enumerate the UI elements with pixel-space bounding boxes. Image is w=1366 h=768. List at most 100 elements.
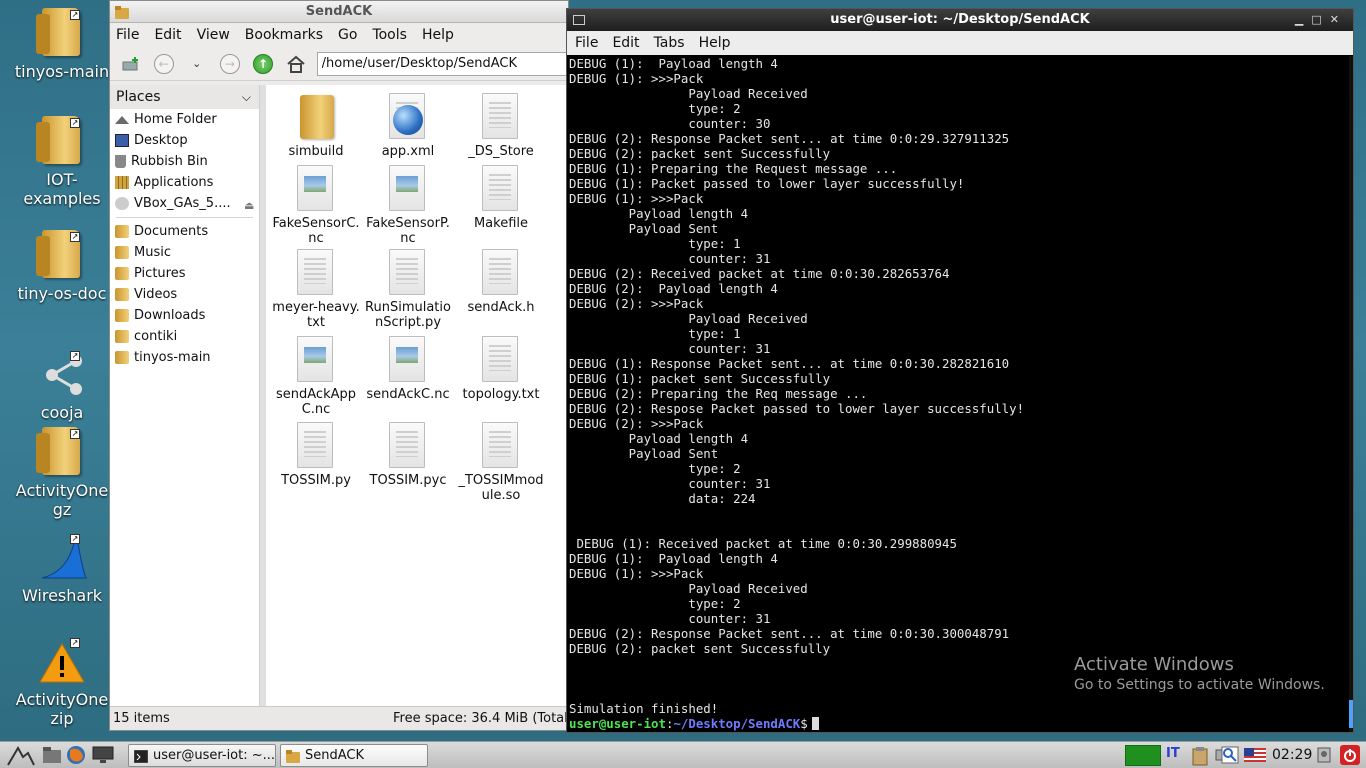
file-manager-titlebar[interactable]: SendACK (110, 1, 568, 23)
eject-icon[interactable]: ⏏ (244, 199, 254, 212)
back-button[interactable]: ← (151, 51, 176, 77)
shortcut-arrow-icon: ↗ (70, 351, 80, 361)
file-item[interactable]: app.xml (362, 89, 454, 159)
file-item[interactable]: Makefile (455, 161, 547, 231)
terminal-line: DEBUG (1): Response Packet sent... at ti… (569, 356, 1010, 371)
file-item[interactable]: FakeSensorP.nc (362, 161, 454, 246)
file-item[interactable]: sendAck.h (455, 245, 547, 315)
sidebar-item-desktop[interactable]: Desktop (110, 130, 259, 151)
home-button[interactable] (284, 51, 309, 77)
file-item[interactable]: _TOSSIMmodule.so (455, 418, 547, 503)
file-manager-window: SendACK File Edit View Bookmarks Go Tools Help… (109, 0, 569, 731)
terminal-menu-help[interactable]: Help (699, 35, 731, 51)
menu-item-bookmarks[interactable]: Bookmarks (245, 27, 323, 43)
terminal-line: DEBUG (2): Respose Packet passed to lowe… (569, 401, 1025, 416)
sidebar-bookmark-tinyos-main[interactable]: tinyos-main (110, 347, 259, 368)
terminal-line: DEBUG (2): Response Packet sent... at ti… (569, 626, 1010, 641)
desktop-icon-5[interactable]: ↗ ActivityOne gz (8, 423, 116, 519)
parent-folder-button[interactable]: ↑ (250, 51, 275, 77)
keyboard-layout-indicator[interactable]: IT (1166, 746, 1180, 761)
file-item[interactable]: sendAckAppC.nc (270, 332, 362, 417)
close-icon[interactable]: ✕ (1330, 13, 1347, 26)
desktop-icon-label: ActivityOne gz (15, 481, 109, 519)
minimize-icon[interactable]: ▁ (1295, 13, 1311, 26)
sidebar-item-rubbish-bin[interactable]: Rubbish Bin (110, 151, 259, 172)
file-item[interactable]: FakeSensorC.nc (270, 161, 362, 246)
user-switch-icon[interactable] (1316, 746, 1332, 768)
terminal-line: type: 2 (569, 596, 741, 611)
menu-item-view[interactable]: View (197, 27, 230, 43)
terminal-window: user@user-iot: ~/Desktop/SendACK ▁□✕ Fil… (566, 8, 1354, 733)
sidebar-bookmark-music[interactable]: Music (110, 242, 259, 263)
folder-icon: ↗ (32, 423, 92, 479)
file-manager-menubar: File Edit View Bookmarks Go Tools Help (110, 23, 568, 47)
desktop-icon-label: IOT-examples (23, 170, 101, 208)
desktop-icon-6[interactable]: ↗ Wireshark (8, 528, 116, 605)
start-menu-icon[interactable] (6, 745, 36, 768)
sidebar-bookmark-downloads[interactable]: Downloads (110, 305, 259, 326)
history-dropdown-button[interactable]: ⌄ (184, 51, 209, 77)
forward-button[interactable]: → (217, 51, 242, 77)
power-icon[interactable] (1340, 745, 1360, 768)
clock[interactable]: 02:29 (1272, 742, 1312, 768)
desktop-icon-label: cooja (40, 403, 84, 422)
file-item[interactable]: topology.txt (455, 332, 547, 402)
terminal-prompt[interactable]: user@user-iot:~/Desktop/SendACK$ (569, 716, 1353, 731)
menu-item-tools[interactable]: Tools (372, 27, 407, 43)
sidebar-bookmark-documents[interactable]: Documents (110, 221, 259, 242)
clipboard-icon[interactable] (1192, 746, 1208, 768)
search-icon[interactable] (1221, 746, 1239, 768)
watermark-title: Activate Windows (1074, 654, 1234, 675)
menu-item-edit[interactable]: Edit (154, 27, 181, 43)
firefox-icon[interactable] (66, 745, 86, 768)
monitor-icon[interactable] (92, 746, 114, 768)
file-item[interactable]: meyer-heavy.txt (270, 245, 362, 330)
file-item[interactable]: RunSimulationScript.py (362, 245, 454, 330)
terminal-line: DEBUG (1): >>>Pack (569, 71, 704, 86)
places-header[interactable]: Places ⌵ (110, 85, 259, 109)
folder-icon: ↗ (32, 226, 92, 282)
file-manager-launcher-icon[interactable] (42, 746, 62, 768)
file-item[interactable]: _DS_Store (455, 89, 547, 159)
sidebar-item-applications[interactable]: Applications (110, 172, 259, 193)
sidebar-bookmark-videos[interactable]: Videos (110, 284, 259, 305)
maximize-icon[interactable]: □ (1311, 13, 1329, 26)
taskbar-task-1[interactable]: user@user-iot: ~... (128, 744, 276, 767)
folder-icon (270, 89, 362, 141)
desktop-icon-4[interactable]: ↗ cooja (8, 345, 116, 422)
terminal-line: DEBUG (2): >>>Pack (569, 416, 704, 431)
terminal-menu-tabs[interactable]: Tabs (654, 35, 685, 51)
source-file-icon (270, 161, 362, 213)
terminal-output[interactable]: DEBUG (1): Payload length 4 DEBUG (1): >>… (569, 56, 1353, 732)
file-item[interactable]: sendAckC.nc (362, 332, 454, 402)
file-item[interactable]: TOSSIM.pyc (362, 418, 454, 488)
terminal-titlebar[interactable]: user@user-iot: ~/Desktop/SendACK ▁□✕ (567, 9, 1353, 31)
shortcut-arrow-icon: ↗ (70, 429, 80, 439)
us-flag-icon[interactable] (1244, 748, 1266, 766)
desktop-icon-3[interactable]: ↗ tiny-os-doc (8, 226, 116, 303)
sidebar-bookmark-contiki[interactable]: contiki (110, 326, 259, 347)
desktop-icon-label: tiny-os-doc (17, 284, 107, 303)
text-file-icon (455, 245, 547, 297)
sidebar-item-label: VBox_GAs_5.... (134, 196, 231, 211)
taskbar-task-2[interactable]: SendACK (280, 744, 428, 767)
sidebar-item-home-folder[interactable]: Home Folder (110, 109, 259, 130)
new-tab-button[interactable] (118, 51, 143, 77)
desktop-icon-1[interactable]: ↗ tinyos-main (8, 4, 116, 81)
terminal-scrollbar[interactable] (1349, 56, 1353, 732)
sidebar-item-vbox-gas[interactable]: VBox_GAs_5.... (110, 193, 259, 214)
menu-item-file[interactable]: File (116, 27, 139, 43)
terminal-menu-edit[interactable]: Edit (612, 35, 639, 51)
terminal-menu-file[interactable]: File (575, 35, 598, 51)
sidebar-bookmark-pictures[interactable]: Pictures (110, 263, 259, 284)
file-item[interactable]: simbuild (270, 89, 362, 159)
file-item[interactable]: TOSSIM.py (270, 418, 362, 488)
desktop-icon-7[interactable]: ↗ ActivityOne zip (8, 632, 116, 728)
menu-item-go[interactable]: Go (338, 27, 357, 43)
menu-item-help[interactable]: Help (422, 27, 454, 43)
desktop-icon-2[interactable]: ↗ IOT-examples (8, 112, 116, 208)
shortcut-arrow-icon: ↗ (70, 10, 80, 20)
location-bar-input[interactable] (316, 51, 568, 76)
